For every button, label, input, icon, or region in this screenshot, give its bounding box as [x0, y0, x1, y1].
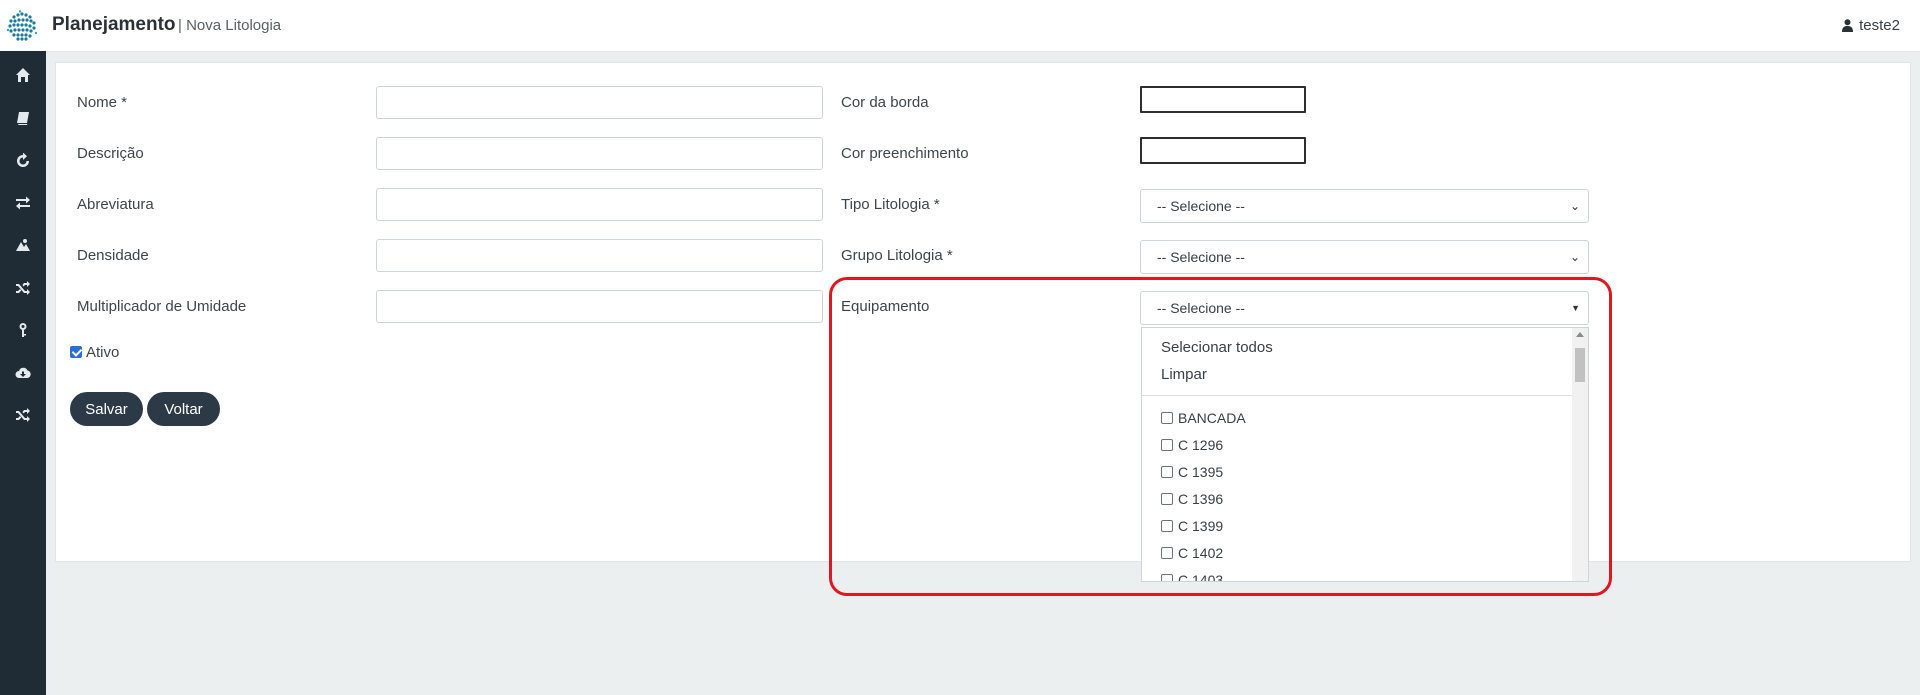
ativo-checkbox[interactable] [70, 346, 82, 358]
home-icon [16, 68, 30, 82]
descricao-label: Descrição [77, 145, 144, 162]
cor-borda-picker[interactable] [1140, 86, 1306, 113]
username: teste2 [1859, 17, 1900, 34]
book-icon [17, 112, 29, 125]
top-bar: Planejamento | Nova Litologia teste2 [0, 0, 1920, 52]
cor-borda-label: Cor da borda [841, 94, 929, 111]
cor-preenchimento-label: Cor preenchimento [841, 145, 969, 162]
grupo-litologia-value: -- Selecione -- [1157, 249, 1245, 265]
exchange-icon [16, 196, 30, 210]
random-icon [16, 408, 30, 422]
ativo-label: Ativo [86, 344, 120, 361]
multiplicador-umidade-input[interactable] [376, 290, 823, 323]
app-title: Planejamento [52, 14, 176, 35]
sidebar-item-mountain[interactable] [0, 224, 46, 266]
sidebar-item-random[interactable] [0, 394, 46, 436]
shuffle-icon [16, 281, 30, 295]
nome-input[interactable] [376, 86, 823, 119]
tipo-litologia-label: Tipo Litologia * [841, 196, 940, 213]
title-separator: | [178, 17, 182, 34]
abreviatura-label: Abreviatura [77, 196, 154, 213]
refresh-icon [17, 153, 29, 167]
grupo-litologia-label: Grupo Litologia * [841, 247, 953, 264]
key-icon [19, 323, 27, 337]
densidade-input[interactable] [376, 239, 823, 272]
sidebar-item-exchange[interactable] [0, 182, 46, 224]
user-menu[interactable]: teste2 [1842, 17, 1900, 34]
tipo-litologia-select[interactable]: -- Selecione -- ⌄ [1140, 189, 1589, 223]
abreviatura-input[interactable] [376, 188, 823, 221]
densidade-label: Densidade [77, 247, 149, 264]
grupo-litologia-select[interactable]: -- Selecione -- ⌄ [1140, 240, 1589, 274]
sidebar-item-key[interactable] [0, 309, 46, 351]
tipo-litologia-value: -- Selecione -- [1157, 198, 1245, 214]
save-button[interactable]: Salvar [70, 392, 143, 426]
highlight-annotation [829, 277, 1612, 596]
descricao-input[interactable] [376, 137, 823, 170]
cloud-download-icon [15, 367, 31, 378]
app-logo-icon[interactable] [6, 10, 39, 43]
chevron-down-icon: ⌄ [1569, 250, 1580, 264]
sidebar-item-refresh[interactable] [0, 140, 46, 182]
mountain-icon [16, 239, 30, 251]
sidebar-item-home[interactable] [0, 54, 46, 96]
multiplicador-umidade-label: Multiplicador de Umidade [77, 298, 247, 315]
back-button[interactable]: Voltar [147, 392, 220, 426]
sidebar-item-book[interactable] [0, 97, 46, 139]
nome-label: Nome * [77, 94, 128, 111]
page-subtitle: | Nova Litologia [178, 17, 281, 34]
sidebar [0, 51, 46, 695]
sidebar-item-shuffle[interactable] [0, 267, 46, 309]
chevron-down-icon: ⌄ [1569, 199, 1580, 213]
page-subtitle-text: Nova Litologia [186, 17, 282, 34]
cor-preenchimento-picker[interactable] [1140, 137, 1306, 164]
user-icon [1842, 19, 1854, 32]
sidebar-item-cloud-download[interactable] [0, 352, 46, 394]
